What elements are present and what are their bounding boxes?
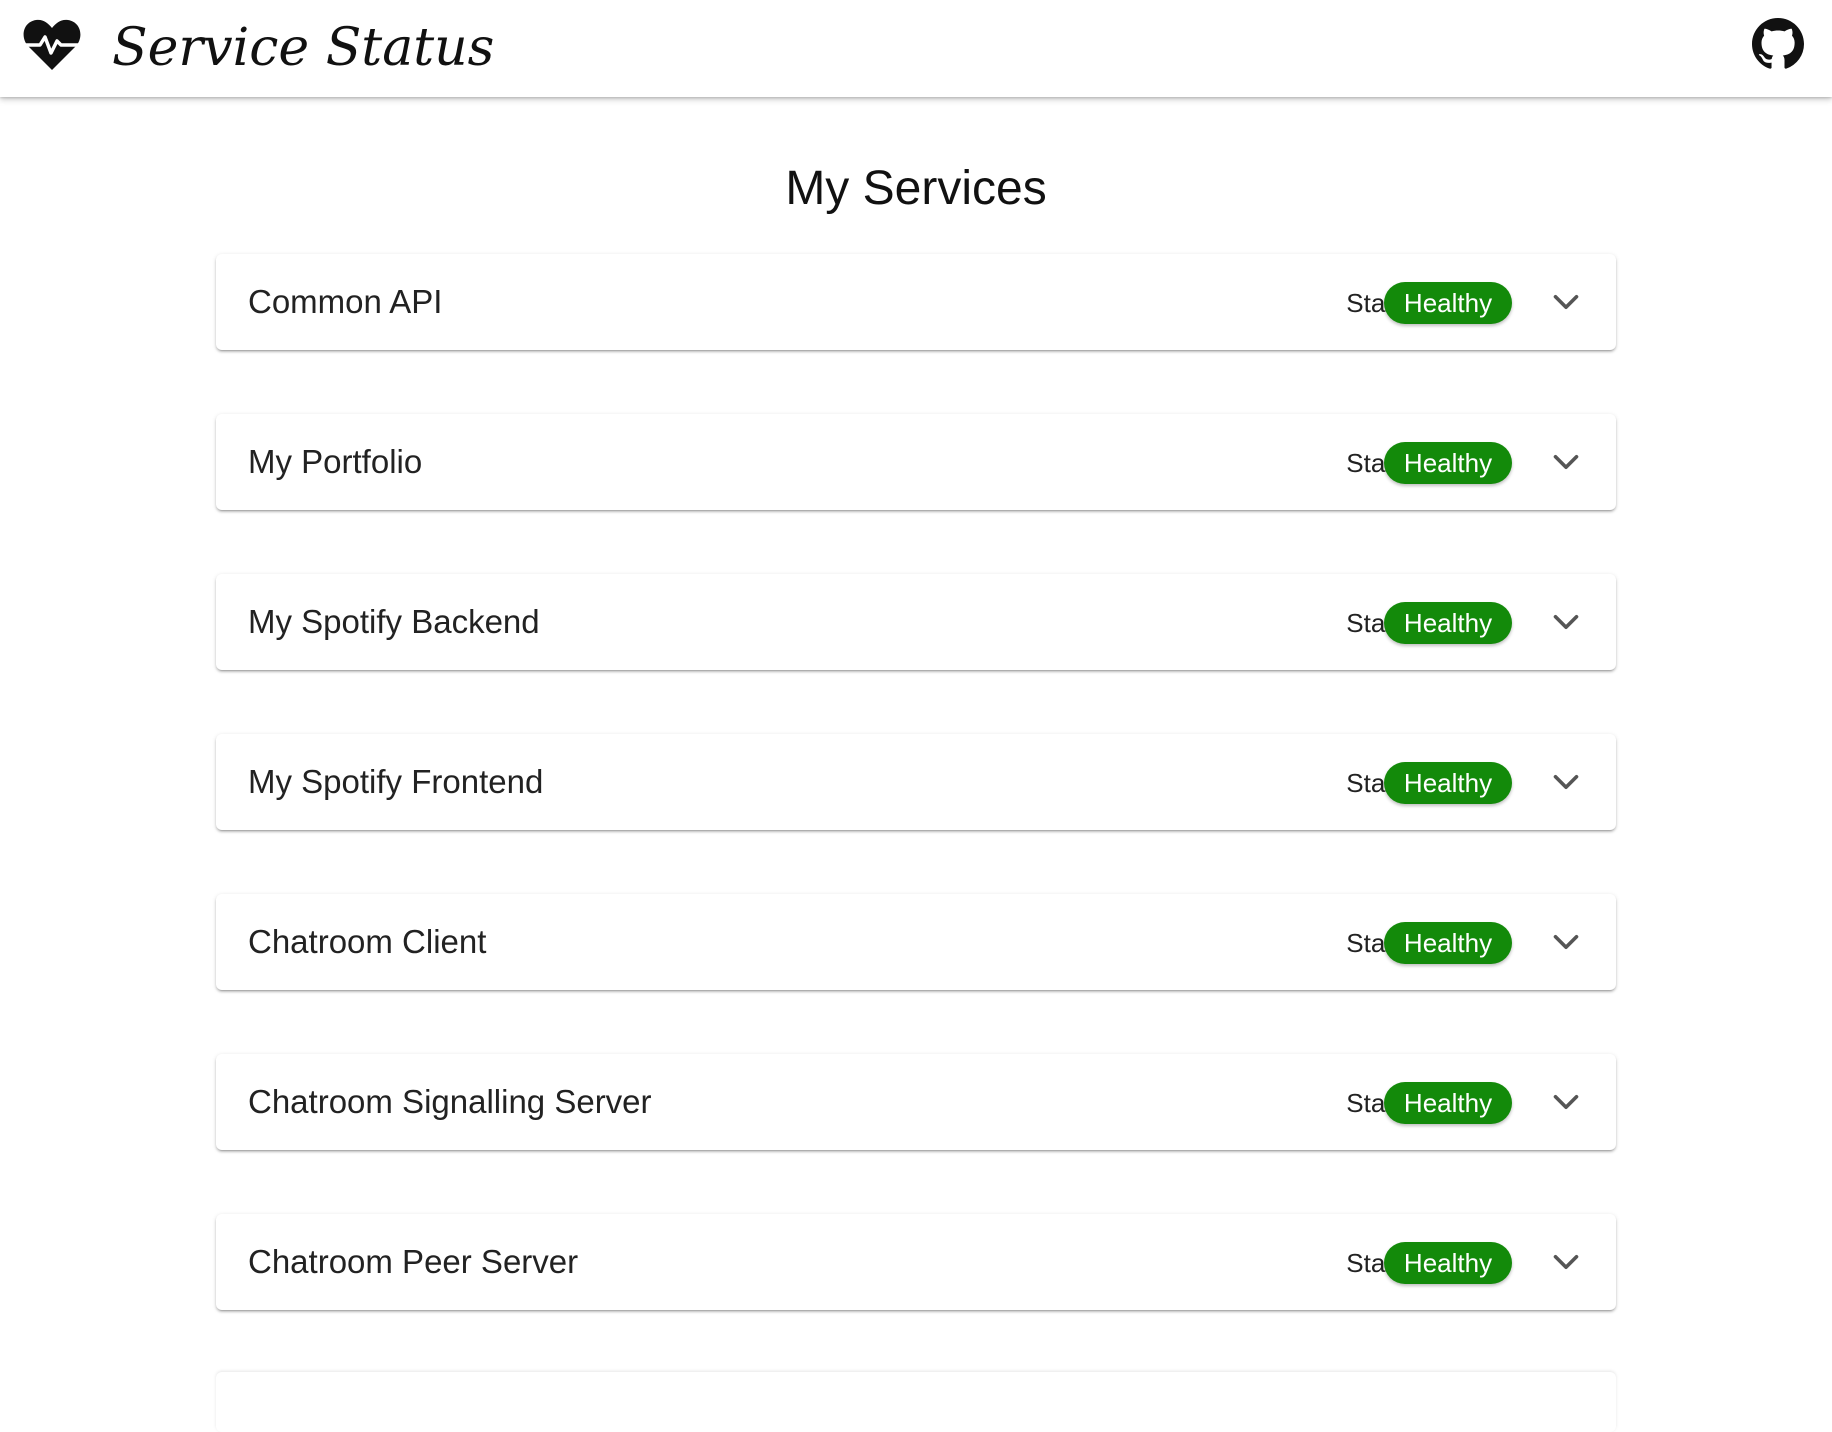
service-name: My Portfolio [248,443,423,480]
service-name: Chatroom Signalling Server [248,1083,652,1120]
service-card-chatroom-client[interactable]: Chatroom Client Status Healthy [216,894,1616,990]
status-badge: Healthy [1384,1242,1512,1284]
page-title: My Services [785,162,1047,215]
chevron-down-icon[interactable] [1548,604,1584,640]
chevron-down-icon[interactable] [1548,924,1584,960]
app-title: Service Status [112,18,495,78]
service-card-my-spotify-backend[interactable]: My Spotify Backend Status Healthy [216,574,1616,670]
status-badge: Healthy [1384,602,1512,644]
chevron-down-icon[interactable] [1548,284,1584,320]
top-app-bar: Service Status [0,0,1832,97]
service-card-common-api[interactable]: Common API Status Healthy [216,254,1616,350]
status-badge: Healthy [1384,442,1512,484]
chevron-down-icon[interactable] [1548,444,1584,480]
service-name: Common API [248,283,443,320]
service-card-chatroom-signalling-server[interactable]: Chatroom Signalling Server Status Health… [216,1054,1616,1150]
status-badge: Healthy [1384,282,1512,324]
status-badge: Healthy [1384,1082,1512,1124]
chevron-down-icon[interactable] [1548,1084,1584,1120]
service-card-my-portfolio[interactable]: My Portfolio Status Healthy [216,414,1616,510]
status-badge: Healthy [1384,762,1512,804]
service-list: Common API Status Healthy My Portfolio S… [216,254,1616,1374]
heart-pulse-icon [22,19,82,70]
chevron-down-icon[interactable] [1548,1244,1584,1280]
service-name: Chatroom Client [248,923,487,960]
service-name: My Spotify Frontend [248,763,544,800]
service-card-partial[interactable] [216,1372,1616,1432]
service-card-chatroom-peer-server[interactable]: Chatroom Peer Server Status Healthy [216,1214,1616,1310]
github-icon[interactable] [1752,18,1804,70]
service-card-my-spotify-frontend[interactable]: My Spotify Frontend Status Healthy [216,734,1616,830]
service-name: Chatroom Peer Server [248,1243,579,1280]
status-badge: Healthy [1384,922,1512,964]
service-name: My Spotify Backend [248,603,540,640]
chevron-down-icon[interactable] [1548,764,1584,800]
